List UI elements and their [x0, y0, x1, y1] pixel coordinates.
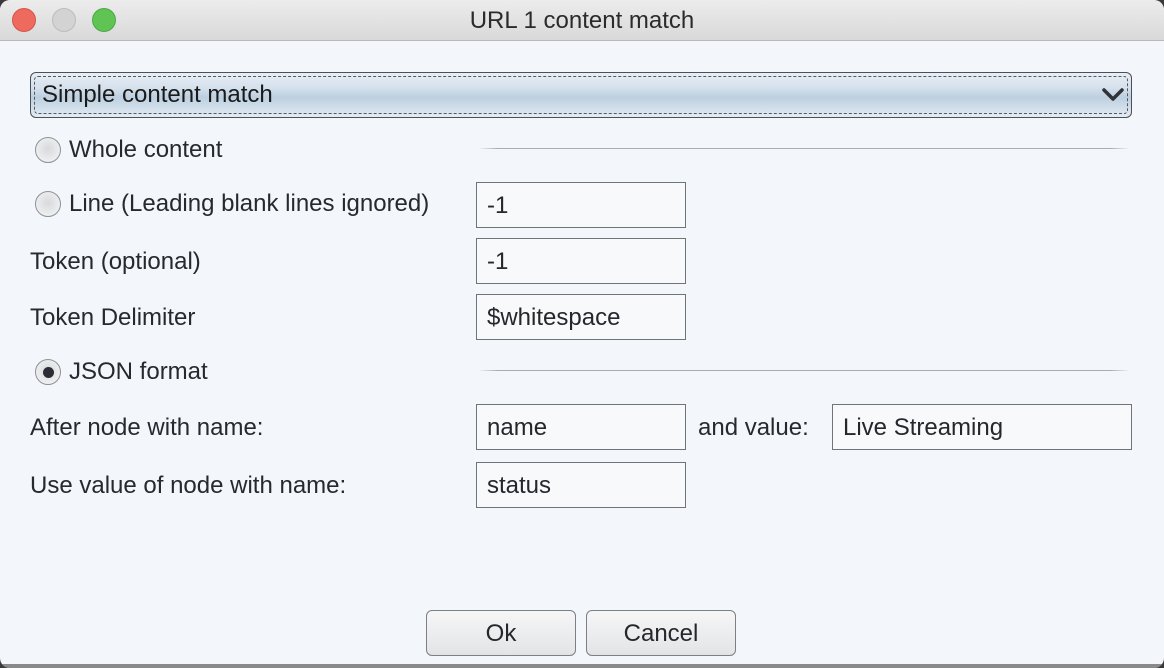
line-label: Line (Leading blank lines ignored)	[69, 190, 430, 217]
token-label: Token (optional)	[30, 248, 201, 275]
title-bar: URL 1 content match	[0, 0, 1164, 41]
window-title: URL 1 content match	[469, 7, 695, 34]
separator	[478, 148, 1130, 149]
token-delimiter-field[interactable]: $whitespace	[476, 294, 686, 340]
cancel-button[interactable]: Cancel	[586, 610, 736, 656]
match-type-selected: Simple content match	[42, 81, 273, 108]
line-radio[interactable]	[35, 191, 61, 217]
dialog-window: URL 1 content match Simple content match…	[0, 0, 1164, 668]
after-node-name-field[interactable]: name	[476, 404, 686, 450]
json-format-radio[interactable]	[35, 359, 61, 385]
and-value-label: and value:	[698, 414, 809, 441]
whole-content-option[interactable]: Whole content	[35, 136, 222, 164]
ok-button[interactable]: Ok	[426, 610, 576, 656]
json-format-option[interactable]: JSON format	[35, 358, 208, 386]
and-value-field[interactable]: Live Streaming	[832, 404, 1132, 450]
chevron-down-icon	[1102, 88, 1124, 101]
json-format-label: JSON format	[69, 358, 208, 385]
line-number-field[interactable]: -1	[476, 182, 686, 228]
use-value-label: Use value of node with name:	[30, 472, 347, 499]
separator	[478, 370, 1130, 371]
token-field[interactable]: -1	[476, 238, 686, 284]
whole-content-radio[interactable]	[35, 137, 61, 163]
line-option[interactable]: Line (Leading blank lines ignored)	[35, 190, 429, 218]
whole-content-label: Whole content	[69, 136, 223, 163]
after-node-label: After node with name:	[30, 414, 264, 441]
use-value-field[interactable]: status	[476, 462, 686, 508]
token-delimiter-label: Token Delimiter	[30, 304, 196, 331]
window-bottom-edge	[0, 664, 1164, 668]
match-type-dropdown[interactable]: Simple content match	[30, 72, 1132, 118]
